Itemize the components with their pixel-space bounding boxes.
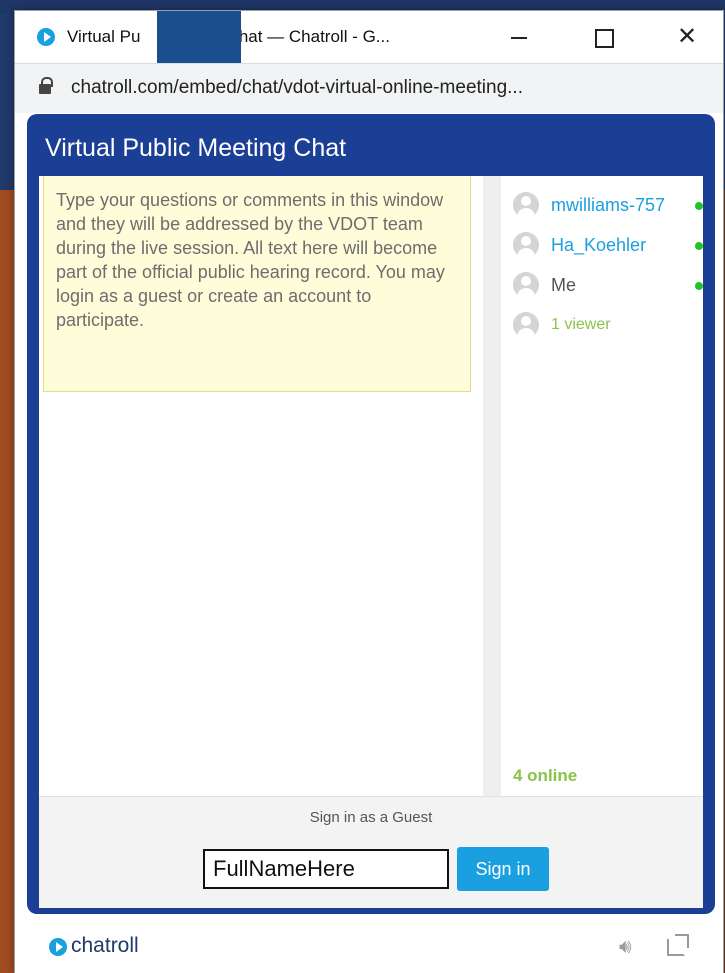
redaction-block [157, 11, 241, 63]
signin-label: Sign in as a Guest [309, 809, 433, 826]
online-status-dot [695, 202, 703, 210]
user-name[interactable]: mwilliams-757 [551, 195, 665, 216]
users-panel: mwilliams-757 Ha_Koehler Me 1 viewer 4 o… [483, 176, 703, 796]
online-status-dot [695, 242, 703, 250]
address-bar[interactable]: chatroll.com/embed/chat/vdot-virtual-onl… [15, 63, 723, 113]
signin-button[interactable]: Sign in [457, 847, 549, 891]
close-button[interactable]: ✕ [667, 21, 707, 53]
user-row[interactable]: mwilliams-757 [513, 190, 713, 220]
viewer-row: 1 viewer [513, 310, 713, 340]
online-count: 4 online [513, 766, 578, 785]
sound-icon[interactable]: 🔊︎ [619, 936, 649, 958]
chat-title: Virtual Public Meeting Chat [45, 134, 347, 162]
guest-name-input[interactable] [203, 849, 449, 889]
avatar [513, 192, 539, 218]
popout-icon[interactable] [667, 934, 689, 956]
chat-footer: chatroll 🔊︎ [15, 916, 723, 973]
url-text[interactable]: chatroll.com/embed/chat/vdot-virtual-onl… [71, 77, 523, 99]
chatroll-logo-icon [37, 28, 55, 46]
user-row[interactable]: Me [513, 270, 713, 300]
user-name: Me [551, 274, 577, 295]
chat-body: Type your questions or comments in this … [39, 176, 703, 908]
user-name[interactable]: Ha_Koehler [551, 235, 646, 256]
viewer-count: 1 viewer [551, 316, 611, 333]
footer-brand[interactable]: chatroll [71, 934, 139, 958]
online-status-dot [695, 282, 703, 290]
signin-area: Sign in as a Guest Sign in [39, 796, 703, 908]
avatar [513, 232, 539, 258]
maximize-button[interactable] [583, 21, 623, 53]
avatar [513, 312, 539, 338]
user-row[interactable]: Ha_Koehler [513, 230, 713, 260]
minimize-button[interactable] [499, 21, 539, 53]
window-title-prefix: Virtual Pu [67, 27, 141, 46]
messages-pane[interactable]: Type your questions or comments in this … [39, 176, 483, 796]
window-titlebar[interactable]: Virtual Pu ting Chat — Chatroll - G... ✕ [15, 11, 723, 63]
chat-frame: Virtual Public Meeting Chat Type your qu… [27, 114, 715, 914]
lock-icon[interactable] [39, 77, 53, 94]
chatroll-logo-icon[interactable] [49, 938, 67, 956]
popup-window: Virtual Pu ting Chat — Chatroll - G... ✕ … [14, 10, 724, 973]
avatar [513, 272, 539, 298]
chat-notice: Type your questions or comments in this … [43, 176, 471, 392]
